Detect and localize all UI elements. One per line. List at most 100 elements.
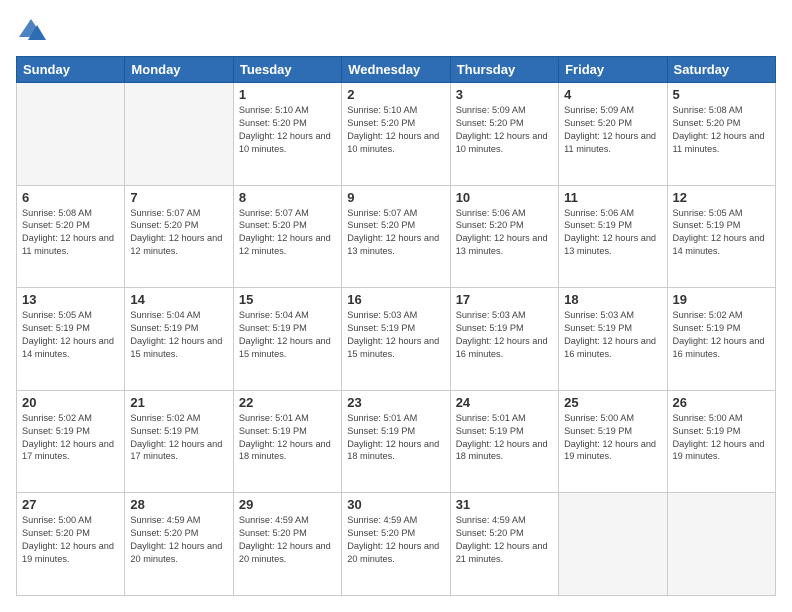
calendar-week-5: 27 Sunrise: 5:00 AM Sunset: 5:20 PM Dayl… xyxy=(17,493,776,596)
calendar-cell: 6 Sunrise: 5:08 AM Sunset: 5:20 PM Dayli… xyxy=(17,185,125,288)
sunset: Sunset: 5:19 PM xyxy=(22,426,90,436)
day-number: 9 xyxy=(347,190,444,205)
calendar-cell: 14 Sunrise: 5:04 AM Sunset: 5:19 PM Dayl… xyxy=(125,288,233,391)
day-info: Sunrise: 5:01 AM Sunset: 5:19 PM Dayligh… xyxy=(347,412,444,464)
calendar-cell: 22 Sunrise: 5:01 AM Sunset: 5:19 PM Dayl… xyxy=(233,390,341,493)
calendar-week-4: 20 Sunrise: 5:02 AM Sunset: 5:19 PM Dayl… xyxy=(17,390,776,493)
day-number: 27 xyxy=(22,497,119,512)
day-info: Sunrise: 5:07 AM Sunset: 5:20 PM Dayligh… xyxy=(239,207,336,259)
day-number: 15 xyxy=(239,292,336,307)
calendar-cell xyxy=(667,493,775,596)
day-info: Sunrise: 5:08 AM Sunset: 5:20 PM Dayligh… xyxy=(673,104,770,156)
calendar-cell: 1 Sunrise: 5:10 AM Sunset: 5:20 PM Dayli… xyxy=(233,83,341,186)
sunrise: Sunrise: 5:01 AM xyxy=(239,413,309,423)
sunset: Sunset: 5:20 PM xyxy=(456,528,524,538)
day-info: Sunrise: 4:59 AM Sunset: 5:20 PM Dayligh… xyxy=(347,514,444,566)
day-number: 10 xyxy=(456,190,553,205)
sunset: Sunset: 5:19 PM xyxy=(564,220,632,230)
day-info: Sunrise: 5:00 AM Sunset: 5:19 PM Dayligh… xyxy=(673,412,770,464)
sunset: Sunset: 5:19 PM xyxy=(456,323,524,333)
weekday-header-row: SundayMondayTuesdayWednesdayThursdayFrid… xyxy=(17,57,776,83)
daylight: Daylight: 12 hours and 13 minutes. xyxy=(456,233,548,256)
day-info: Sunrise: 5:06 AM Sunset: 5:19 PM Dayligh… xyxy=(564,207,661,259)
day-number: 22 xyxy=(239,395,336,410)
day-info: Sunrise: 5:02 AM Sunset: 5:19 PM Dayligh… xyxy=(130,412,227,464)
weekday-header-tuesday: Tuesday xyxy=(233,57,341,83)
calendar-cell: 7 Sunrise: 5:07 AM Sunset: 5:20 PM Dayli… xyxy=(125,185,233,288)
sunrise: Sunrise: 5:02 AM xyxy=(673,310,743,320)
calendar-cell: 16 Sunrise: 5:03 AM Sunset: 5:19 PM Dayl… xyxy=(342,288,450,391)
daylight: Daylight: 12 hours and 15 minutes. xyxy=(239,336,331,359)
daylight: Daylight: 12 hours and 21 minutes. xyxy=(456,541,548,564)
sunrise: Sunrise: 5:04 AM xyxy=(239,310,309,320)
daylight: Daylight: 12 hours and 20 minutes. xyxy=(239,541,331,564)
daylight: Daylight: 12 hours and 18 minutes. xyxy=(347,439,439,462)
sunset: Sunset: 5:20 PM xyxy=(22,528,90,538)
day-number: 18 xyxy=(564,292,661,307)
daylight: Daylight: 12 hours and 16 minutes. xyxy=(673,336,765,359)
day-info: Sunrise: 5:01 AM Sunset: 5:19 PM Dayligh… xyxy=(239,412,336,464)
sunrise: Sunrise: 5:02 AM xyxy=(22,413,92,423)
sunrise: Sunrise: 5:00 AM xyxy=(673,413,743,423)
day-number: 3 xyxy=(456,87,553,102)
sunrise: Sunrise: 4:59 AM xyxy=(347,515,417,525)
weekday-header-saturday: Saturday xyxy=(667,57,775,83)
sunset: Sunset: 5:20 PM xyxy=(130,220,198,230)
sunset: Sunset: 5:20 PM xyxy=(347,220,415,230)
day-info: Sunrise: 5:07 AM Sunset: 5:20 PM Dayligh… xyxy=(347,207,444,259)
calendar-cell: 10 Sunrise: 5:06 AM Sunset: 5:20 PM Dayl… xyxy=(450,185,558,288)
daylight: Daylight: 12 hours and 19 minutes. xyxy=(673,439,765,462)
sunset: Sunset: 5:20 PM xyxy=(347,118,415,128)
day-number: 8 xyxy=(239,190,336,205)
header xyxy=(16,16,776,46)
calendar-cell xyxy=(125,83,233,186)
day-number: 11 xyxy=(564,190,661,205)
weekday-header-friday: Friday xyxy=(559,57,667,83)
day-info: Sunrise: 5:04 AM Sunset: 5:19 PM Dayligh… xyxy=(130,309,227,361)
daylight: Daylight: 12 hours and 19 minutes. xyxy=(564,439,656,462)
daylight: Daylight: 12 hours and 20 minutes. xyxy=(130,541,222,564)
page: SundayMondayTuesdayWednesdayThursdayFrid… xyxy=(0,0,792,612)
daylight: Daylight: 12 hours and 12 minutes. xyxy=(130,233,222,256)
sunrise: Sunrise: 5:04 AM xyxy=(130,310,200,320)
sunset: Sunset: 5:20 PM xyxy=(564,118,632,128)
calendar-cell: 23 Sunrise: 5:01 AM Sunset: 5:19 PM Dayl… xyxy=(342,390,450,493)
day-info: Sunrise: 5:10 AM Sunset: 5:20 PM Dayligh… xyxy=(239,104,336,156)
calendar-cell: 11 Sunrise: 5:06 AM Sunset: 5:19 PM Dayl… xyxy=(559,185,667,288)
day-number: 4 xyxy=(564,87,661,102)
daylight: Daylight: 12 hours and 12 minutes. xyxy=(239,233,331,256)
day-number: 31 xyxy=(456,497,553,512)
day-number: 5 xyxy=(673,87,770,102)
weekday-header-thursday: Thursday xyxy=(450,57,558,83)
sunset: Sunset: 5:19 PM xyxy=(456,426,524,436)
sunrise: Sunrise: 5:01 AM xyxy=(456,413,526,423)
calendar-cell: 18 Sunrise: 5:03 AM Sunset: 5:19 PM Dayl… xyxy=(559,288,667,391)
day-number: 29 xyxy=(239,497,336,512)
sunrise: Sunrise: 5:01 AM xyxy=(347,413,417,423)
sunset: Sunset: 5:20 PM xyxy=(456,220,524,230)
logo-icon xyxy=(16,16,46,46)
calendar-week-3: 13 Sunrise: 5:05 AM Sunset: 5:19 PM Dayl… xyxy=(17,288,776,391)
calendar-cell xyxy=(559,493,667,596)
sunset: Sunset: 5:20 PM xyxy=(239,118,307,128)
calendar-table: SundayMondayTuesdayWednesdayThursdayFrid… xyxy=(16,56,776,596)
sunset: Sunset: 5:19 PM xyxy=(347,323,415,333)
calendar-cell: 26 Sunrise: 5:00 AM Sunset: 5:19 PM Dayl… xyxy=(667,390,775,493)
day-info: Sunrise: 5:03 AM Sunset: 5:19 PM Dayligh… xyxy=(564,309,661,361)
day-number: 30 xyxy=(347,497,444,512)
day-info: Sunrise: 5:05 AM Sunset: 5:19 PM Dayligh… xyxy=(673,207,770,259)
sunrise: Sunrise: 5:05 AM xyxy=(22,310,92,320)
day-info: Sunrise: 5:08 AM Sunset: 5:20 PM Dayligh… xyxy=(22,207,119,259)
calendar-week-2: 6 Sunrise: 5:08 AM Sunset: 5:20 PM Dayli… xyxy=(17,185,776,288)
sunset: Sunset: 5:19 PM xyxy=(22,323,90,333)
day-info: Sunrise: 5:02 AM Sunset: 5:19 PM Dayligh… xyxy=(22,412,119,464)
daylight: Daylight: 12 hours and 15 minutes. xyxy=(130,336,222,359)
sunset: Sunset: 5:20 PM xyxy=(239,220,307,230)
calendar-cell: 12 Sunrise: 5:05 AM Sunset: 5:19 PM Dayl… xyxy=(667,185,775,288)
calendar-cell: 31 Sunrise: 4:59 AM Sunset: 5:20 PM Dayl… xyxy=(450,493,558,596)
sunrise: Sunrise: 5:05 AM xyxy=(673,208,743,218)
day-number: 19 xyxy=(673,292,770,307)
calendar-cell: 3 Sunrise: 5:09 AM Sunset: 5:20 PM Dayli… xyxy=(450,83,558,186)
day-info: Sunrise: 4:59 AM Sunset: 5:20 PM Dayligh… xyxy=(130,514,227,566)
logo xyxy=(16,16,48,46)
